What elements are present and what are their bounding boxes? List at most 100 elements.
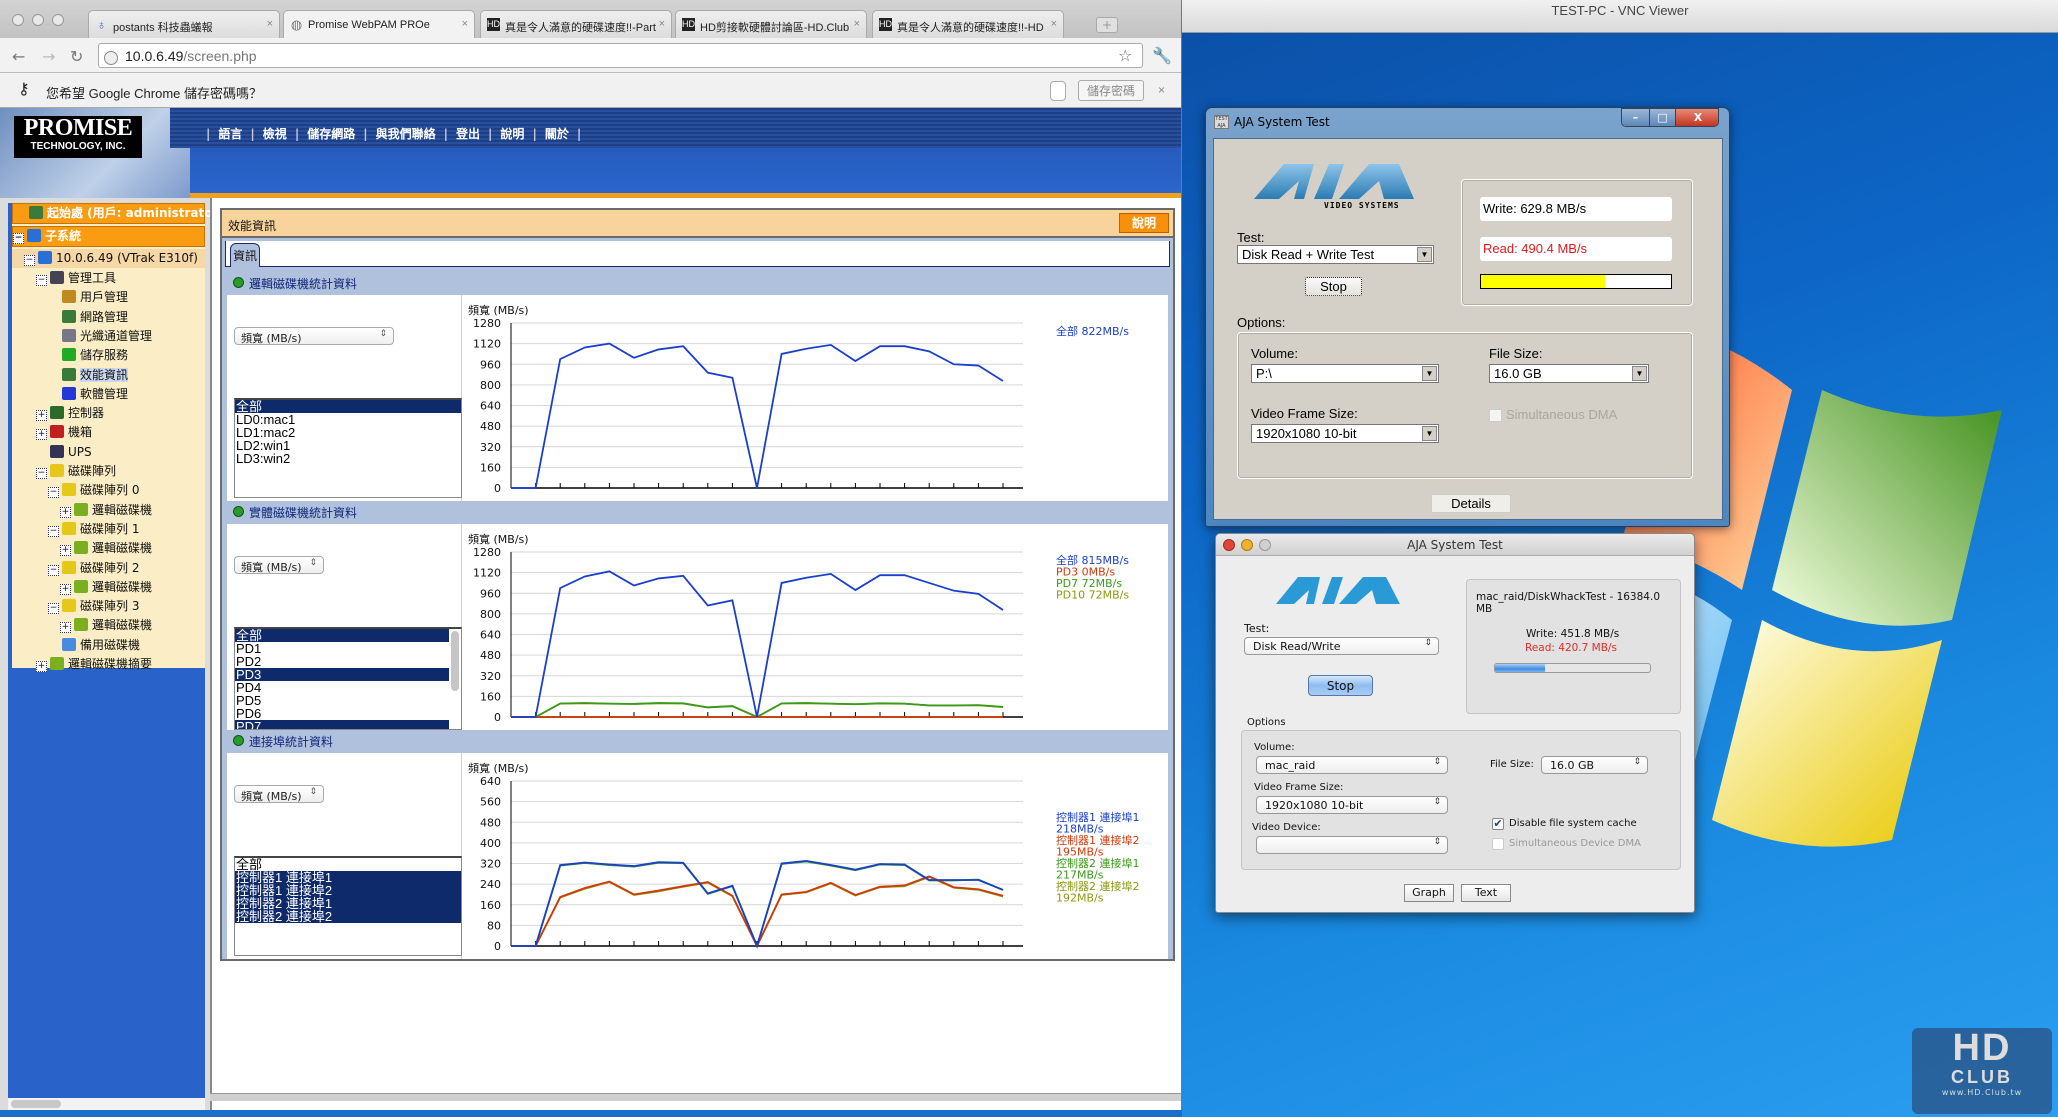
tree-item[interactable]: 效能資訊 [12, 366, 129, 385]
expand-icon[interactable]: + [60, 622, 71, 634]
collapse-icon[interactable]: − [36, 275, 47, 286]
save-password-button[interactable]: 儲存密碼 [1078, 80, 1144, 101]
device-list[interactable]: 全部 PD1 PD2 PD3 PD4 PD5 PD6 PD7 [234, 627, 462, 730]
test-select[interactable]: Disk Read/Write ⇕ [1244, 637, 1439, 655]
maximize-button[interactable]: □ [1649, 109, 1675, 126]
list-option[interactable]: PD6 [235, 707, 449, 720]
collapse-toggle-icon[interactable] [233, 735, 244, 746]
simultaneous-dma-checkbox[interactable] [1489, 409, 1502, 422]
test-select[interactable]: Disk Read + Write Test ▼ [1237, 245, 1434, 264]
tree-item[interactable]: − 10.0.6.49 (VTrak E310f) [12, 249, 205, 268]
collapse-toggle-icon[interactable] [233, 277, 244, 288]
tab-close-icon[interactable]: × [1051, 18, 1057, 30]
tree-item[interactable]: − 磁碟陣列 0 [12, 481, 139, 500]
wrench-icon[interactable]: 🔧 [1152, 46, 1172, 65]
tree-item[interactable]: + 邏輯磁碟機 [12, 539, 152, 558]
never-save-toggle[interactable] [1050, 81, 1066, 101]
metric-select[interactable]: 頻寬 (MB/s) ⇕ [234, 556, 324, 574]
zoom-window-button[interactable] [52, 14, 64, 26]
frame-size-select[interactable]: 1920x1080 10-bit ⇕ [1256, 796, 1448, 814]
collapse-icon[interactable]: − [36, 468, 47, 479]
list-option[interactable]: PD4 [235, 681, 449, 694]
horizontal-scrollbar[interactable] [210, 1093, 1181, 1101]
tab-close-icon[interactable]: × [854, 18, 860, 30]
collapse-icon[interactable]: − [13, 233, 24, 244]
list-scrollbar[interactable] [451, 631, 459, 691]
tree-item[interactable]: 光纖通道管理 [12, 327, 152, 346]
tab-close-icon[interactable]: × [659, 18, 665, 30]
device-list[interactable]: 全部 控制器1 連接埠1 控制器1 連接埠2 控制器2 連接埠1 控制器2 連接埠2 [234, 856, 462, 956]
section-header[interactable]: 連接埠統計資料 [225, 729, 1170, 751]
metric-select[interactable]: 頻寬 (MB/s) ⇕ [234, 327, 394, 345]
volume-select[interactable]: mac_raid ⇕ [1256, 756, 1448, 774]
back-icon[interactable]: ← [12, 47, 25, 66]
close-window-button[interactable] [12, 14, 24, 26]
collapse-icon[interactable]: − [48, 603, 59, 615]
frame-size-select[interactable]: 1920x1080 10-bit ▼ [1251, 424, 1439, 443]
device-list[interactable]: 全部 LD0:mac1 LD1:mac2 LD2:win1 LD3:win2 [234, 398, 462, 498]
tree-item[interactable]: 備用磁碟機 [12, 636, 140, 655]
nav-item[interactable]: 檢視 [255, 127, 295, 141]
text-button[interactable]: Text [1461, 884, 1511, 902]
bookmark-star-icon[interactable]: ☆ [1118, 46, 1132, 65]
tree-item[interactable]: 儲存服務 [12, 346, 128, 365]
nav-item[interactable]: 關於 [537, 127, 577, 141]
collapse-icon[interactable]: − [48, 487, 59, 499]
browser-tab[interactable]: HD 真是令人滿意的硬碟速度!!-Part × [480, 10, 672, 38]
volume-select[interactable]: P:\ ▼ [1251, 364, 1439, 383]
simultaneous-dma-checkbox[interactable] [1492, 838, 1504, 850]
tree-item[interactable]: 用戶管理 [12, 288, 128, 307]
close-button[interactable] [1223, 539, 1235, 551]
tab-close-icon[interactable]: × [462, 18, 468, 30]
graph-button[interactable]: Graph [1404, 884, 1454, 902]
browser-tab[interactable]: HD 真是令人滿意的硬碟速度!!-HD × [872, 10, 1064, 38]
tree-item[interactable]: 網路管理 [12, 308, 128, 327]
list-option[interactable]: PD1 [235, 642, 449, 655]
tab-info[interactable]: 資訊 [230, 243, 260, 267]
collapse-icon[interactable]: − [48, 564, 59, 576]
help-button[interactable]: 說明 [1119, 213, 1169, 233]
zoom-button[interactable] [1259, 539, 1271, 551]
collapse-icon[interactable]: − [24, 255, 35, 266]
sidebar-scrollbar[interactable] [8, 1098, 205, 1110]
tree-item[interactable]: UPS [12, 443, 92, 462]
list-option[interactable]: PD3 [235, 668, 449, 681]
expand-icon[interactable]: + [60, 545, 71, 557]
list-option[interactable]: PD2 [235, 655, 449, 668]
expand-icon[interactable]: + [36, 410, 47, 422]
minimize-button[interactable] [1241, 539, 1253, 551]
stop-button[interactable]: Stop [1308, 675, 1373, 696]
tree-item[interactable]: − 管理工具 [12, 269, 116, 288]
forward-icon[interactable]: → [42, 47, 55, 66]
new-tab-button[interactable]: + [1096, 17, 1118, 33]
list-option[interactable]: 控制器2 連接埠2 [235, 910, 461, 923]
browser-tab[interactable]: HD HD剪接軟硬體討論區-HD.Club × [675, 10, 867, 38]
metric-select[interactable]: 頻寬 (MB/s) ⇕ [234, 785, 324, 803]
video-device-select[interactable]: ⇕ [1256, 836, 1448, 854]
tree-item[interactable]: + 邏輯磁碟機 [12, 578, 152, 597]
expand-icon[interactable]: + [60, 506, 71, 518]
section-header[interactable]: 實體磁碟機統計資料 [225, 500, 1170, 522]
list-option[interactable]: PD5 [235, 694, 449, 707]
nav-item[interactable]: 說明 [492, 127, 532, 141]
filesize-select[interactable]: 16.0 GB ⇕ [1541, 756, 1648, 774]
stop-button[interactable]: Stop [1305, 277, 1362, 296]
reload-icon[interactable]: ↻ [70, 47, 83, 66]
url-input[interactable]: 10.0.6.49/screen.php [98, 43, 1143, 68]
disable-cache-checkbox[interactable]: ✔ [1492, 818, 1504, 830]
collapse-toggle-icon[interactable] [233, 506, 244, 517]
tree-item[interactable]: − 磁碟陣列 3 [12, 597, 139, 616]
close-icon[interactable]: × [1158, 83, 1165, 97]
scroll-thumb[interactable] [11, 1100, 61, 1108]
tree-item[interactable]: + 控制器 [12, 404, 104, 423]
tab-close-icon[interactable]: × [267, 18, 273, 30]
browser-tab[interactable]: ♁ postants 科技蟲蟻報 × [88, 10, 280, 38]
nav-item[interactable]: 儲存網路 [299, 127, 363, 141]
collapse-icon[interactable]: − [48, 525, 59, 537]
expand-icon[interactable]: + [60, 583, 71, 595]
close-button[interactable]: X [1675, 109, 1718, 126]
filesize-select[interactable]: 16.0 GB ▼ [1489, 364, 1649, 383]
nav-item[interactable]: 與我們聯絡 [368, 127, 444, 141]
browser-tab[interactable]: ◍ Promise WebPAM PROe × [283, 10, 475, 38]
details-button[interactable]: Details [1431, 494, 1511, 513]
